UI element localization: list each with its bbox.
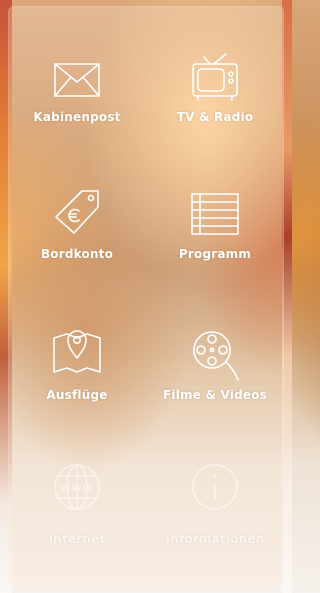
menu-item-label: Filme & Videos — [163, 388, 267, 402]
price-tag-euro-icon — [55, 190, 99, 234]
menu-item-internet[interactable]: WWW Internet — [8, 458, 146, 578]
list-icon — [191, 193, 239, 235]
menu-item-ausfluege[interactable]: Ausflüge — [8, 322, 146, 442]
tv-icon — [192, 53, 238, 101]
menu-item-programm[interactable]: Programm — [146, 183, 284, 303]
globe-www-icon: WWW — [54, 464, 100, 510]
svg-text:WWW: WWW — [61, 484, 94, 494]
envelope-icon — [54, 63, 100, 97]
main-menu-panel: Kabinenpost TV & Radio Bordkonto Program… — [8, 6, 284, 586]
menu-item-tv-radio[interactable]: TV & Radio — [146, 46, 284, 166]
menu-item-label: Ausflüge — [46, 388, 108, 402]
menu-item-label: Kabinenpost — [33, 110, 121, 124]
menu-item-informationen[interactable]: Informationen — [146, 458, 284, 578]
menu-item-kabinenpost[interactable]: Kabinenpost — [8, 46, 146, 166]
menu-item-bordkonto[interactable]: Bordkonto — [8, 183, 146, 303]
info-icon — [192, 464, 238, 510]
menu-item-label: TV & Radio — [176, 110, 254, 124]
menu-item-filme-videos[interactable]: Filme & Videos — [146, 322, 284, 442]
menu-item-label: Bordkonto — [40, 247, 114, 261]
map-pin-icon — [53, 330, 101, 373]
menu-item-label: Informationen — [165, 532, 265, 546]
menu-item-label: Internet — [48, 532, 106, 546]
menu-item-label: Programm — [178, 247, 252, 261]
film-reel-icon — [193, 331, 239, 381]
